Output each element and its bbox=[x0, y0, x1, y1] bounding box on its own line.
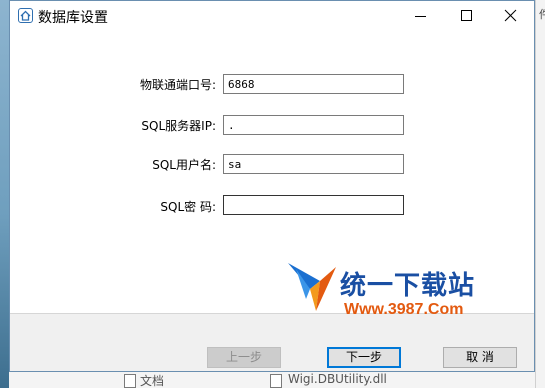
previous-button[interactable]: 上一步 bbox=[207, 347, 281, 368]
maximize-icon bbox=[461, 10, 472, 21]
port-input[interactable] bbox=[223, 74, 404, 94]
title-bar[interactable]: 数据库设置 bbox=[10, 1, 534, 31]
password-label: SQL密 码: bbox=[160, 200, 216, 214]
close-icon bbox=[504, 9, 517, 22]
database-settings-dialog: 数据库设置 物联通端口号: SQL服务器IP: SQL用户名: SQL密 码: … bbox=[9, 0, 535, 372]
background-text: 件 bbox=[539, 8, 545, 21]
cancel-button[interactable]: 取 消 bbox=[443, 347, 517, 368]
username-input[interactable] bbox=[223, 154, 404, 174]
watermark-logo-icon bbox=[286, 259, 338, 319]
maximize-button[interactable] bbox=[444, 1, 490, 31]
server-ip-input[interactable] bbox=[223, 115, 404, 135]
app-icon bbox=[18, 8, 33, 23]
file-icon bbox=[124, 374, 136, 388]
password-input[interactable] bbox=[223, 195, 404, 215]
file-icon bbox=[270, 374, 282, 388]
minimize-button[interactable] bbox=[398, 1, 444, 31]
desktop-background bbox=[0, 0, 9, 388]
next-button[interactable]: 下一步 bbox=[327, 347, 401, 368]
port-label: 物联通端口号: bbox=[139, 78, 216, 92]
background-file-name: 文档 bbox=[140, 374, 165, 388]
window-title: 数据库设置 bbox=[38, 10, 108, 26]
username-label: SQL用户名: bbox=[152, 158, 216, 172]
watermark-text: 统一下载站 bbox=[340, 271, 476, 301]
background-window-edge bbox=[535, 0, 545, 388]
background-file-name: Wigi.DBUtility.dll bbox=[288, 372, 387, 386]
close-button[interactable] bbox=[488, 1, 534, 31]
minimize-icon bbox=[415, 16, 426, 17]
server-ip-label: SQL服务器IP: bbox=[141, 119, 216, 133]
watermark-url: Www.3987.Com bbox=[344, 301, 464, 318]
